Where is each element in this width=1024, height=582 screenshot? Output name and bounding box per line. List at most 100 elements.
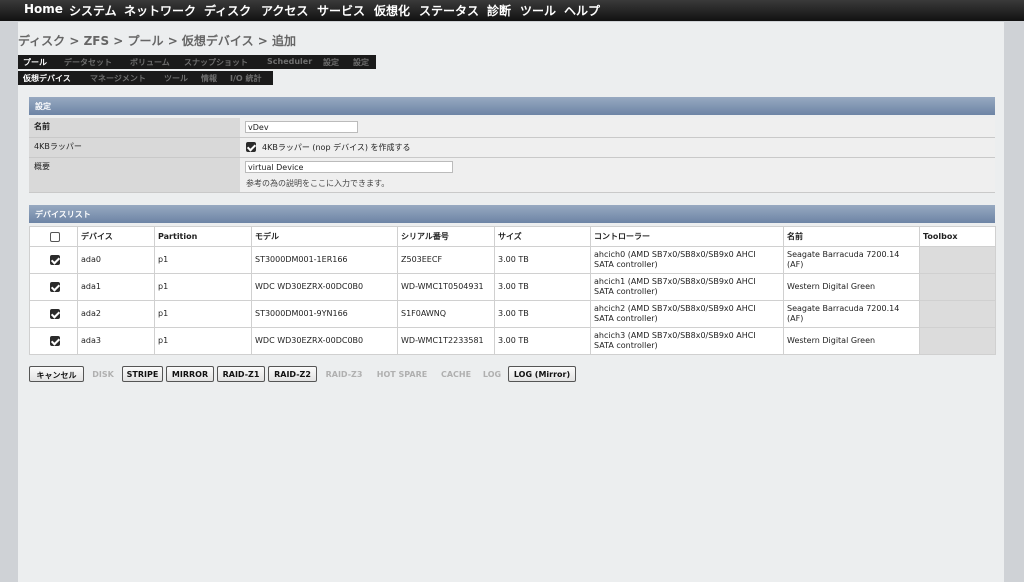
cell-toolbox[interactable] <box>919 300 996 328</box>
cell-controller: ahcich1 (AMD SB7x0/SB8x0/SB9x0 AHCI SATA … <box>590 273 784 301</box>
tab-dataset[interactable]: データセット <box>64 57 112 68</box>
primary-tabs: プール データセット ボリューム スナップショット Scheduler 設定 設… <box>18 55 376 69</box>
name-label: 名前 <box>29 118 240 137</box>
col-model[interactable]: モデル <box>251 226 398 247</box>
col-controller[interactable]: コントローラー <box>590 226 784 247</box>
cell-controller: ahcich3 (AMD SB7x0/SB8x0/SB9x0 AHCI SATA … <box>590 327 784 355</box>
cell-model: ST3000DM001-9YN166 <box>251 300 398 328</box>
tab-virtual-device[interactable]: 仮想デバイス <box>23 73 71 84</box>
row-checkbox[interactable] <box>50 309 60 319</box>
name-row: 名前 <box>29 118 995 138</box>
nav-services[interactable]: サービス <box>317 2 365 19</box>
controller-line-1: ahcich1 (AMD SB7x0/SB8x0/SB9x0 AHCI <box>594 277 756 286</box>
col-size[interactable]: サイズ <box>494 226 591 247</box>
description-value-cell: 参考の為の説明をここに入力できます。 <box>240 158 995 192</box>
cell-controller: ahcich0 (AMD SB7x0/SB8x0/SB9x0 AHCI SATA … <box>590 246 784 274</box>
raid-z2-button[interactable]: RAID-Z2 <box>268 366 317 382</box>
nav-diagnostics[interactable]: 診断 <box>487 2 511 19</box>
log-mirror-button[interactable]: LOG (Mirror) <box>508 366 576 382</box>
breadcrumb: ディスク > ZFS > プール > 仮想デバイス > 追加 <box>18 34 296 48</box>
cell-partition: p1 <box>154 300 252 328</box>
cell-model: WDC WD30EZRX-00DC0B0 <box>251 327 398 355</box>
cell-toolbox[interactable] <box>919 246 996 274</box>
name-line-1: Seagate Barracuda 7200.14 <box>787 250 900 259</box>
tab-info[interactable]: 情報 <box>201 73 217 84</box>
cell-model: ST3000DM001-1ER166 <box>251 246 398 274</box>
wrapper-value-cell: 4KBラッパー (nop デバイス) を作成する <box>240 138 995 157</box>
cell-partition: p1 <box>154 327 252 355</box>
wrapper-checkbox[interactable] <box>246 142 256 152</box>
raid-z3-button: RAID-Z3 <box>325 370 363 379</box>
tab-settings-2[interactable]: 設定 <box>353 57 369 68</box>
row-checkbox[interactable] <box>50 255 60 265</box>
cell-device: ada2 <box>77 300 155 328</box>
controller-line-1: ahcich0 (AMD SB7x0/SB8x0/SB9x0 AHCI <box>594 250 756 259</box>
secondary-tabs: 仮想デバイス マネージメント ツール 情報 I/O 統計 <box>18 71 273 85</box>
tab-tools[interactable]: ツール <box>164 73 188 84</box>
nav-disk[interactable]: ディスク <box>204 2 251 19</box>
tab-snapshot[interactable]: スナップショット <box>184 57 248 68</box>
cell-name: Western Digital Green <box>783 273 920 301</box>
cell-model: WDC WD30EZRX-00DC0B0 <box>251 273 398 301</box>
cell-name: Western Digital Green <box>783 327 920 355</box>
cell-serial: Z503EECF <box>397 246 495 274</box>
row-checkbox[interactable] <box>50 282 60 292</box>
table-header-row: デバイス Partition モデル シリアル番号 サイズ コントローラー 名前… <box>29 226 996 247</box>
nav-access[interactable]: アクセス <box>261 2 308 19</box>
tab-settings[interactable]: 設定 <box>323 57 339 68</box>
tab-io-stats[interactable]: I/O 統計 <box>230 73 261 84</box>
select-all-checkbox[interactable] <box>50 231 60 242</box>
cell-serial: S1F0AWNQ <box>397 300 495 328</box>
table-row: ada0 p1 ST3000DM001-1ER166 Z503EECF 3.00… <box>29 246 996 274</box>
cell-toolbox[interactable] <box>919 273 996 301</box>
select-all-cell <box>29 226 78 247</box>
cell-partition: p1 <box>154 246 252 274</box>
col-name[interactable]: 名前 <box>783 226 920 247</box>
cell-size: 3.00 TB <box>494 273 591 301</box>
raid-z1-button[interactable]: RAID-Z1 <box>217 366 265 382</box>
cancel-button[interactable]: キャンセル <box>29 366 84 382</box>
name-value-cell <box>240 118 995 137</box>
controller-line-2: SATA controller) <box>594 287 658 296</box>
cell-controller: ahcich2 (AMD SB7x0/SB8x0/SB9x0 AHCI SATA … <box>590 300 784 328</box>
device-list-header: デバイスリスト <box>29 205 995 223</box>
nav-tools[interactable]: ツール <box>520 2 556 19</box>
nav-home[interactable]: Home <box>24 2 63 16</box>
name-line-1: Seagate Barracuda 7200.14 <box>787 304 900 313</box>
settings-panel-header: 設定 <box>29 97 995 115</box>
tab-pool[interactable]: プール <box>23 57 47 68</box>
nav-virtualization[interactable]: 仮想化 <box>374 2 410 19</box>
top-navigation-bar: Home システム ネットワーク ディスク アクセス サービス 仮想化 ステータ… <box>0 0 1024 21</box>
row-checkbox[interactable] <box>50 336 60 346</box>
nav-network[interactable]: ネットワーク <box>124 2 196 19</box>
tab-scheduler[interactable]: Scheduler <box>267 57 312 66</box>
col-serial[interactable]: シリアル番号 <box>397 226 495 247</box>
controller-line-1: ahcich3 (AMD SB7x0/SB8x0/SB9x0 AHCI <box>594 331 756 340</box>
tab-management[interactable]: マネージメント <box>90 73 146 84</box>
name-line-1: Western Digital Green <box>787 282 876 291</box>
tab-volume[interactable]: ボリューム <box>130 57 170 68</box>
wrapper-text: 4KBラッパー (nop デバイス) を作成する <box>262 143 411 152</box>
row-select-cell <box>29 327 78 355</box>
nav-status[interactable]: ステータス <box>419 2 479 19</box>
col-device[interactable]: デバイス <box>77 226 155 247</box>
name-line-2: (AF) <box>787 314 804 323</box>
cell-size: 3.00 TB <box>494 300 591 328</box>
cell-toolbox[interactable] <box>919 327 996 355</box>
name-line-2: (AF) <box>787 260 804 269</box>
stripe-button[interactable]: STRIPE <box>122 366 163 382</box>
description-hint: 参考の為の説明をここに入力できます。 <box>246 179 390 188</box>
cell-size: 3.00 TB <box>494 246 591 274</box>
mirror-button[interactable]: MIRROR <box>166 366 214 382</box>
cell-device: ada3 <box>77 327 155 355</box>
controller-line-2: SATA controller) <box>594 260 658 269</box>
nav-system[interactable]: システム <box>69 2 117 19</box>
cell-serial: WD-WMC1T0504931 <box>397 273 495 301</box>
cell-name: Seagate Barracuda 7200.14 (AF) <box>783 246 920 274</box>
description-input[interactable] <box>245 161 453 173</box>
col-toolbox: Toolbox <box>919 226 996 247</box>
nav-help[interactable]: ヘルプ <box>564 2 600 19</box>
col-partition[interactable]: Partition <box>154 226 252 247</box>
name-line-1: Western Digital Green <box>787 336 876 345</box>
name-input[interactable] <box>245 121 358 133</box>
